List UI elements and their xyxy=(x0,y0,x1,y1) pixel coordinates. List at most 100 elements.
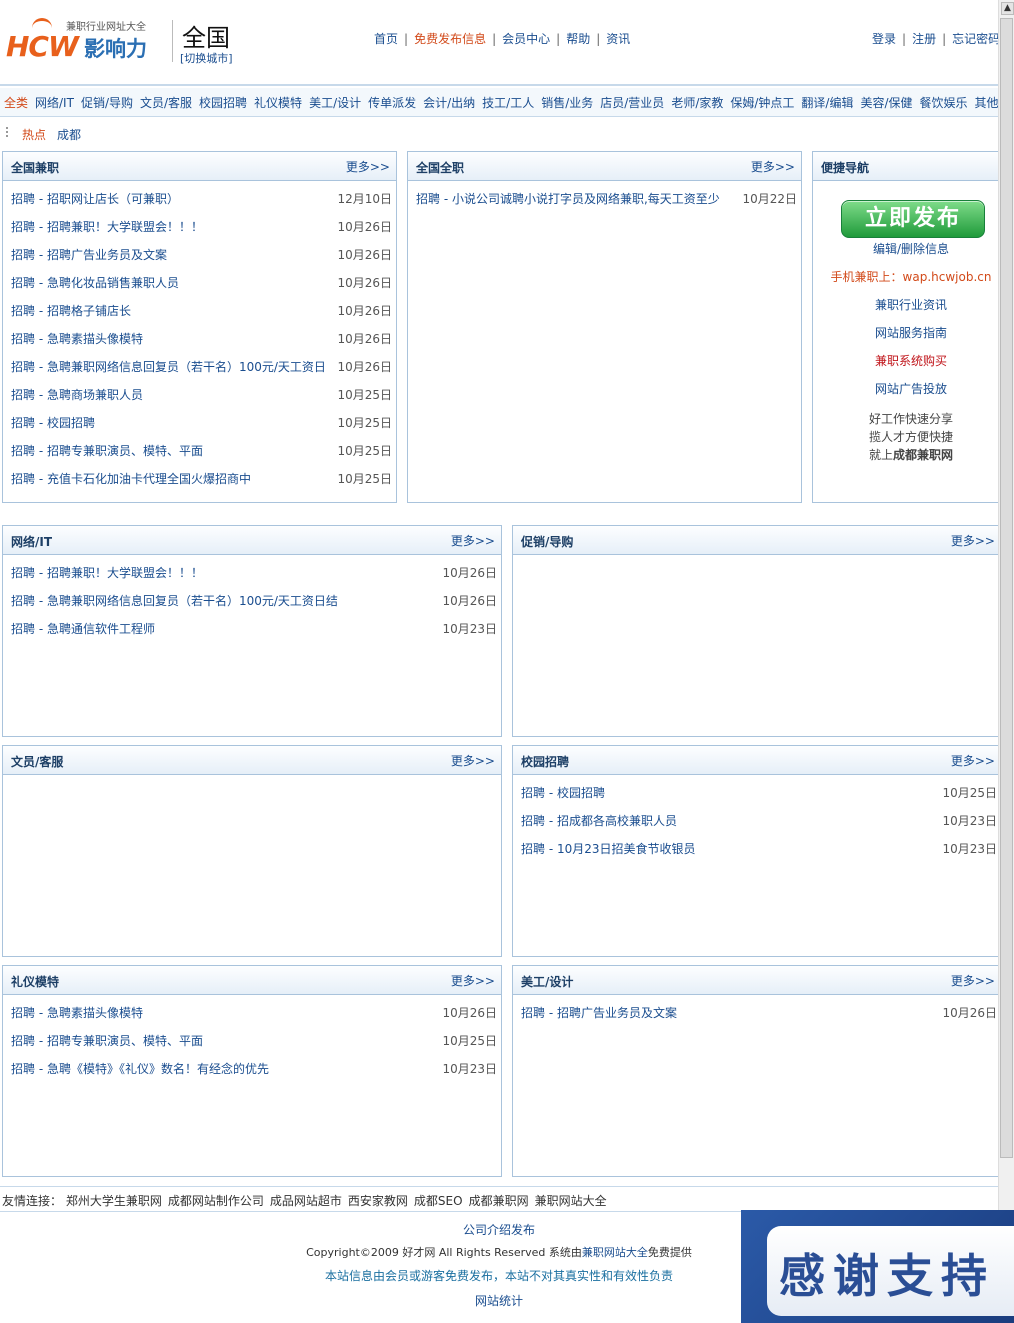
list-item: 招聘 - 招聘专兼职演员、模特、平面 10月25日 xyxy=(11,1032,497,1060)
list-item: 招聘 - 急聘化妆品销售兼职人员 10月26日 xyxy=(11,274,392,302)
header-rule xyxy=(0,84,998,86)
box-title: 促销/导购 xyxy=(521,535,574,549)
edit-delete-link[interactable]: 编辑/删除信息 xyxy=(813,240,998,257)
forgot-password-link[interactable]: 忘记密码 xyxy=(952,32,998,46)
more-link[interactable]: 更多>> xyxy=(951,532,995,549)
box-title: 美工/设计 xyxy=(521,975,574,989)
job-title-link[interactable]: 招聘 - 招聘专兼职演员、模特、平面 xyxy=(11,1032,203,1049)
current-city: 全国 xyxy=(182,24,230,52)
job-title-link[interactable]: 招聘 - 招聘兼职！大学联盟会！！！ xyxy=(11,218,203,235)
friend-link[interactable]: 成都SEO xyxy=(414,1194,463,1208)
job-title-link[interactable]: 招聘 - 招聘广告业务员及文案 xyxy=(11,246,167,263)
job-title-link[interactable]: 招聘 - 招职网让店长（可兼职） xyxy=(11,190,179,207)
scrollbar-thumb[interactable] xyxy=(1000,18,1013,1158)
category-link[interactable]: 全类 xyxy=(4,96,28,110)
job-title-link[interactable]: 招聘 - 招聘兼职！大学联盟会！！！ xyxy=(11,564,203,581)
about-link[interactable]: 公司介绍发布 xyxy=(463,1223,535,1237)
job-title-link[interactable]: 招聘 - 招聘广告业务员及文案 xyxy=(521,1004,677,1021)
industry-news-link[interactable]: 兼职行业资讯 xyxy=(813,296,998,313)
job-title-link[interactable]: 招聘 - 急聘商场兼职人员 xyxy=(11,386,143,403)
list-item: 招聘 - 招聘广告业务员及文案 10月26日 xyxy=(521,1004,997,1032)
site-logo[interactable]: 兼职行业网址大全 HCW 影响力 xyxy=(4,16,170,68)
login-link[interactable]: 登录 xyxy=(872,32,896,46)
list-item: 招聘 - 招聘兼职！大学联盟会！！！ 10月26日 xyxy=(11,564,497,592)
nav-free-post[interactable]: 免费发布信息 xyxy=(414,32,486,46)
box-national-fulltime: 全国全职 更多>> 招聘 - 小说公司诚聘小说打字员及网络兼职,每天工资至少 10… xyxy=(407,151,802,503)
friend-links-label: 友情连接： xyxy=(2,1194,63,1208)
box-quick-nav: 便捷导航 立即发布 编辑/删除信息 手机兼职上：wap.hcwjob.cn 兼职… xyxy=(812,151,998,503)
job-title-link[interactable]: 招聘 - 急聘化妆品销售兼职人员 xyxy=(11,274,179,291)
category-link[interactable]: 老师/家教 xyxy=(671,96,723,110)
switch-city-link[interactable]: [切换城市] xyxy=(180,50,233,66)
friend-link[interactable]: 成都网站制作公司 xyxy=(168,1194,264,1208)
category-link[interactable]: 美容/保健 xyxy=(860,96,912,110)
publish-now-button[interactable]: 立即发布 xyxy=(841,200,985,238)
nav-help[interactable]: 帮助 xyxy=(566,32,590,46)
category-link[interactable]: 礼仪模特 xyxy=(254,96,302,110)
list-item: 招聘 - 校园招聘 10月25日 xyxy=(11,414,392,442)
job-title-link[interactable]: 招聘 - 招聘格子铺店长 xyxy=(11,302,131,319)
friend-link[interactable]: 兼职网站大全 xyxy=(535,1194,607,1208)
category-link[interactable]: 保姆/钟点工 xyxy=(730,96,794,110)
hot-city-link[interactable]: 成都 xyxy=(57,126,81,143)
job-title-link[interactable]: 招聘 - 小说公司诚聘小说打字员及网络兼职,每天工资至少 xyxy=(416,190,720,207)
category-link[interactable]: 会计/出纳 xyxy=(423,96,475,110)
job-list: 招聘 - 招职网让店长（可兼职） 12月10日 招聘 - 招聘兼职！大学联盟会！！！… xyxy=(11,190,392,498)
job-title-link[interactable]: 招聘 - 急聘《模特》《礼仪》数名！有经念的优先 xyxy=(11,1060,269,1077)
job-title-link[interactable]: 招聘 - 急聘素描头像模特 xyxy=(11,1004,143,1021)
box-promotion: 促销/导购 更多>> xyxy=(512,525,998,737)
category-link[interactable]: 销售/业务 xyxy=(541,96,593,110)
vertical-scrollbar[interactable]: ▲ xyxy=(998,0,1014,1323)
job-title-link[interactable]: 招聘 - 充值卡石化加油卡代理全国火爆招商中 xyxy=(11,470,251,487)
category-link[interactable]: 促销/导购 xyxy=(81,96,133,110)
nav-news[interactable]: 资讯 xyxy=(606,32,630,46)
more-link[interactable]: 更多>> xyxy=(451,972,495,989)
ad-placement-link[interactable]: 网站广告投放 xyxy=(813,380,998,397)
site-stats-link[interactable]: 网站统计 xyxy=(475,1294,523,1308)
job-title-link[interactable]: 招聘 - 招成都各高校兼职人员 xyxy=(521,812,677,829)
nav-home[interactable]: 首页 xyxy=(374,32,398,46)
nav-separator: | xyxy=(942,32,947,46)
more-link[interactable]: 更多>> xyxy=(951,752,995,769)
job-title-link[interactable]: 招聘 - 急聘兼职网络信息回复员（若干名）100元/天工资日 xyxy=(11,358,326,375)
job-title-link[interactable]: 招聘 - 急聘通信软件工程师 xyxy=(11,620,155,637)
friend-link[interactable]: 西安家教网 xyxy=(348,1194,408,1208)
more-link[interactable]: 更多>> xyxy=(751,158,795,175)
category-link[interactable]: 校园招聘 xyxy=(199,96,247,110)
category-link[interactable]: 餐饮娱乐 xyxy=(920,96,968,110)
more-link[interactable]: 更多>> xyxy=(346,158,390,175)
service-guide-link[interactable]: 网站服务指南 xyxy=(813,324,998,341)
more-link[interactable]: 更多>> xyxy=(451,532,495,549)
job-title-link[interactable]: 招聘 - 10月23日招美食节收银员 xyxy=(521,840,696,857)
category-link[interactable]: 网络/IT xyxy=(35,96,74,110)
job-title-link[interactable]: 招聘 - 急聘素描头像模特 xyxy=(11,330,143,347)
job-title-link[interactable]: 招聘 - 校园招聘 xyxy=(11,414,95,431)
category-link[interactable]: 技工/工人 xyxy=(482,96,534,110)
nav-member-center[interactable]: 会员中心 xyxy=(502,32,550,46)
mobile-site-link[interactable]: 手机兼职上：wap.hcwjob.cn xyxy=(813,268,998,285)
job-title-link[interactable]: 招聘 - 招聘专兼职演员、模特、平面 xyxy=(11,442,203,459)
category-link[interactable]: 其他 xyxy=(975,96,998,110)
list-item: 招聘 - 招聘格子铺店长 10月26日 xyxy=(11,302,392,330)
friend-link[interactable]: 郑州大学生兼职网 xyxy=(66,1194,162,1208)
job-title-link[interactable]: 招聘 - 急聘兼职网络信息回复员（若干名）100元/天工资日结 xyxy=(11,592,338,609)
list-item: 招聘 - 招成都各高校兼职人员 10月23日 xyxy=(521,812,997,840)
job-title-link[interactable]: 招聘 - 校园招聘 xyxy=(521,784,605,801)
buy-system-link[interactable]: 兼职系统购买 xyxy=(813,352,998,369)
category-link[interactable]: 文员/客服 xyxy=(140,96,192,110)
more-link[interactable]: 更多>> xyxy=(451,752,495,769)
friend-link[interactable]: 成品网站超市 xyxy=(270,1194,342,1208)
category-link[interactable]: 店员/营业员 xyxy=(600,96,664,110)
category-link[interactable]: 翻译/编辑 xyxy=(801,96,853,110)
friend-link[interactable]: 成都兼职网 xyxy=(469,1194,529,1208)
more-link[interactable]: 更多>> xyxy=(951,972,995,989)
copyright-suffix: 免费提供 xyxy=(647,1246,692,1259)
scroll-up-arrow-icon[interactable]: ▲ xyxy=(1001,2,1014,15)
category-link[interactable]: 美工/设计 xyxy=(309,96,361,110)
category-link[interactable]: 传单派发 xyxy=(368,96,416,110)
box-network-it: 网络/IT 更多>> 招聘 - 招聘兼职！大学联盟会！！！ 10月26日 招聘 - … xyxy=(2,525,502,737)
slogan-line: 揽人才方便快捷 xyxy=(868,430,953,444)
floating-banner[interactable]: 感谢支持 xyxy=(741,1210,1014,1323)
register-link[interactable]: 注册 xyxy=(912,32,936,46)
system-provider-link[interactable]: 兼职网站大全 xyxy=(582,1246,648,1259)
